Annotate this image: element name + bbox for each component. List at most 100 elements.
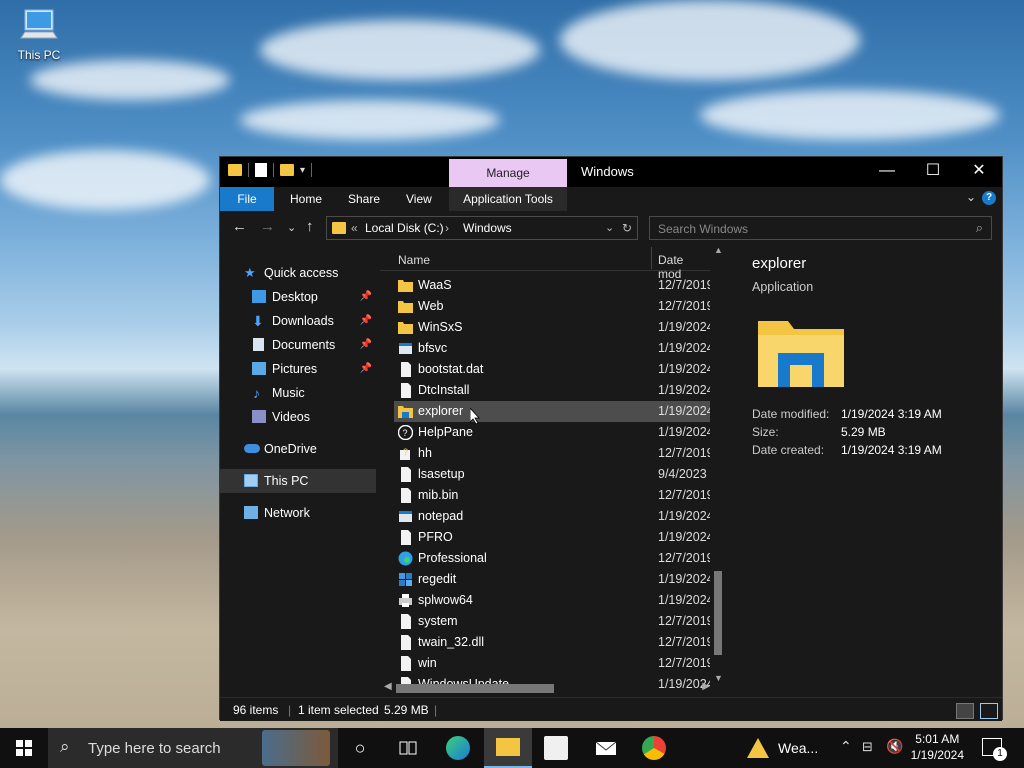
nav-item-music[interactable]: ♪ Music [220,381,376,405]
nav-item-this-pc[interactable]: This PC [220,469,376,493]
folder-icon [332,222,346,234]
tab-file[interactable]: File [220,187,274,211]
network-status-icon[interactable]: ⊟ [862,739,873,755]
tab-application-tools[interactable]: Application Tools [449,187,567,211]
folder-icon [398,320,413,335]
nav-item-pictures[interactable]: Pictures 📌 [220,357,376,381]
title-bar[interactable]: ▾ Manage Windows — ☐ ✕ [220,157,1002,187]
file-row[interactable]: lsasetup 9/4/2023 5 [394,464,710,485]
tab-share[interactable]: Share [348,187,380,211]
downloads-icon: ⬇ [252,313,264,329]
nav-item-quick-access[interactable]: ★ Quick access [220,261,376,285]
file-row[interactable]: system 12/7/2019 [394,611,710,632]
taskbar-search-box[interactable]: ⌕ Type here to search [48,728,338,768]
help-icon: ? [397,424,414,441]
nav-item-network[interactable]: Network [220,501,376,525]
mouse-cursor-icon [469,406,480,425]
tab-home[interactable]: Home [290,187,322,211]
search-input[interactable]: Search Windows [658,222,748,236]
file-row[interactable]: WaaS 12/7/2019 [394,275,710,296]
file-row[interactable]: ? HelpPane 1/19/2024 [394,422,710,443]
horizontal-scrollbar-thumb[interactable] [396,684,554,693]
chrome-browser-icon[interactable] [642,736,666,760]
volume-muted-icon[interactable]: 🔇 [886,738,903,755]
file-name: hh [418,446,432,460]
expand-ribbon-chevron-icon[interactable]: ⌄ [966,190,976,204]
tab-view[interactable]: View [406,187,432,211]
horizontal-scrollbar[interactable]: ◀ ▶ [380,681,710,695]
new-folder-icon[interactable] [280,164,294,176]
minimize-button[interactable]: — [864,157,910,187]
column-divider[interactable] [651,247,652,269]
edge-browser-icon[interactable] [446,736,470,760]
back-arrow-icon[interactable]: ← [232,218,247,235]
task-view-icon[interactable] [396,736,420,760]
breadcrumb-windows[interactable]: Windows [463,221,512,235]
microsoft-store-icon[interactable] [544,736,568,760]
scroll-right-icon[interactable]: ▶ [702,681,710,692]
file-row[interactable]: win 12/7/2019 [394,653,710,674]
customize-toolbar-chevron-icon[interactable]: ▾ [300,165,305,176]
weather-warning-icon[interactable] [746,736,770,760]
show-hidden-icons-chevron-icon[interactable]: ⌃ [840,738,852,755]
breadcrumb-local-disk[interactable]: Local Disk (C:) [365,221,444,235]
file-row[interactable]: PFRO 1/19/2024 [394,527,710,548]
scroll-up-icon[interactable]: ▲ [714,245,723,255]
file-row[interactable]: bootstat.dat 1/19/2024 [394,359,710,380]
file-row[interactable]: explorer 1/19/2024 [394,401,710,422]
nav-item-downloads[interactable]: ⬇ Downloads 📌 [220,309,376,333]
breadcrumb-overflow[interactable]: « [351,221,358,235]
nav-item-desktop[interactable]: Desktop 📌 [220,285,376,309]
recent-locations-chevron-icon[interactable]: ⌄ [287,221,296,234]
file-row[interactable]: WinSxS 1/19/2024 [394,317,710,338]
taskbar-clock[interactable]: 5:01 AM 1/19/2024 [911,731,964,763]
properties-icon[interactable] [255,163,267,177]
file-row[interactable]: mib.bin 12/7/2019 [394,485,710,506]
large-icons-view-icon[interactable] [980,703,998,719]
file-explorer-icon [496,738,520,756]
file-row[interactable]: notepad 1/19/2024 [394,506,710,527]
file-row[interactable]: Web 12/7/2019 [394,296,710,317]
nav-item-documents[interactable]: Documents 📌 [220,333,376,357]
maximize-button[interactable]: ☐ [910,157,956,187]
file-row[interactable]: bfsvc 1/19/2024 [394,338,710,359]
weather-label[interactable]: Wea... [778,740,818,756]
taskbar-file-explorer-button[interactable] [484,728,532,768]
app-icon [398,341,413,356]
close-button[interactable]: ✕ [956,157,1002,187]
ribbon-tabs: File Home Share View Application Tools ⌄… [220,187,1002,211]
address-bar[interactable]: « Local Disk (C:) › Windows ⌄ ↻ [326,216,638,240]
file-name: bootstat.dat [418,362,484,376]
file-row[interactable]: ? hh 12/7/2019 [394,443,710,464]
taskbar-search-input[interactable]: Type here to search [88,740,221,757]
file-row[interactable]: Professional 12/7/2019 [394,548,710,569]
notifications-icon[interactable]: 1 [982,738,1007,761]
scroll-left-icon[interactable]: ◀ [384,681,392,692]
file-name: win [418,656,437,670]
address-history-chevron-icon[interactable]: ⌄ [605,221,614,234]
mail-icon[interactable] [594,736,618,760]
cortana-circle-icon[interactable]: ○ [348,736,372,760]
nav-item-videos[interactable]: Videos [220,405,376,429]
scroll-down-icon[interactable]: ▼ [714,673,723,683]
start-windows-icon[interactable] [12,736,36,760]
file-row[interactable]: regedit 1/19/2024 [394,569,710,590]
vertical-scrollbar-thumb[interactable] [714,571,722,655]
column-header-name[interactable]: Name [398,253,430,267]
nav-item-onedrive[interactable]: OneDrive [220,437,376,461]
vertical-scrollbar[interactable]: ▲ ▼ [712,245,724,683]
search-icon: ⌕ [60,737,70,756]
up-arrow-icon[interactable]: ↑ [306,218,314,235]
refresh-icon[interactable]: ↻ [622,221,632,235]
file-row[interactable]: DtcInstall 1/19/2024 [394,380,710,401]
details-view-icon[interactable] [956,703,974,719]
help-icon[interactable]: ? [982,191,996,205]
search-box[interactable]: Search Windows ⌕ [649,216,992,240]
forward-arrow-icon[interactable]: → [260,218,275,235]
file-row[interactable]: twain_32.dll 12/7/2019 [394,632,710,653]
desktop-icon-this-pc[interactable]: This PC [10,8,68,62]
file-name: PFRO [418,530,453,544]
file-date-modified: 1/19/2024 [658,425,710,439]
tab-manage[interactable]: Manage [449,159,567,187]
file-row[interactable]: splwow64 1/19/2024 [394,590,710,611]
